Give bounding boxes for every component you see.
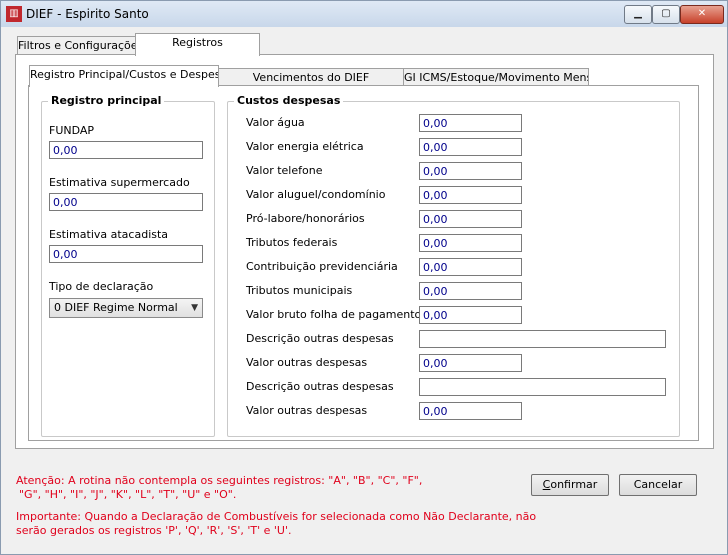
tab-registro-principal-custos[interactable]: Registro Principal/Custos e Despesas: [29, 65, 219, 87]
important-note: Importante: Quando a Declaração de Combu…: [16, 510, 536, 538]
minimize-button[interactable]: ▁: [624, 5, 652, 24]
tipo-declaracao-select[interactable]: 0 DIEF Regime Normal ▼: [49, 298, 203, 318]
valor-aluguel-label: Valor aluguel/condomínio: [246, 188, 386, 201]
descricao-outras-despesas-2-input[interactable]: [419, 378, 666, 396]
tab-registros[interactable]: Registros: [135, 33, 260, 56]
valor-outras-despesas-1-input[interactable]: 0,00: [419, 354, 522, 372]
maximize-button[interactable]: ▢: [652, 5, 680, 24]
important-note-line2: serão gerados os registros 'P', 'Q', 'R'…: [16, 524, 292, 537]
pro-labore-input[interactable]: 0,00: [419, 210, 522, 228]
confirm-label-rest: onfirmar: [550, 478, 598, 491]
valor-agua-input[interactable]: 0,00: [419, 114, 522, 132]
descricao-outras-despesas-1-label: Descrição outras despesas: [246, 332, 394, 345]
tributos-municipais-input[interactable]: 0,00: [419, 282, 522, 300]
confirm-button[interactable]: Confirmar: [531, 474, 609, 496]
tipo-declaracao-label: Tipo de declaração: [49, 280, 154, 293]
valor-agua-label: Valor água: [246, 116, 305, 129]
estimativa-atacadista-label: Estimativa atacadista: [49, 228, 169, 241]
valor-outras-despesas-2-label: Valor outras despesas: [246, 404, 368, 417]
attention-note: Atenção: A rotina não contempla os segui…: [16, 474, 422, 502]
custos-despesas-title: Custos despesas: [234, 94, 344, 107]
valor-outras-despesas-1-label: Valor outras despesas: [246, 356, 368, 369]
valor-telefone-label: Valor telefone: [246, 164, 323, 177]
attention-note-line2: "G", "H", "I", "J", "K", "L", "T", "U" e…: [19, 488, 237, 501]
dief-window: ▥ DIEF - Espirito Santo ▁ ▢ ✕ Filtros e …: [0, 0, 728, 555]
valor-bruto-folha-input[interactable]: 0,00: [419, 306, 522, 324]
pro-labore-label: Pró-labore/honorários: [246, 212, 365, 225]
registro-principal-title: Registro principal: [48, 94, 165, 107]
tipo-declaracao-value: 0 DIEF Regime Normal: [54, 301, 178, 314]
valor-bruto-folha-label: Valor bruto folha de pagamento: [246, 308, 422, 321]
tributos-federais-input[interactable]: 0,00: [419, 234, 522, 252]
estimativa-supermercado-input[interactable]: 0,00: [49, 193, 203, 211]
contribuicao-previdenciaria-input[interactable]: 0,00: [419, 258, 522, 276]
cancel-button[interactable]: Cancelar: [619, 474, 697, 496]
dief-app-icon: ▥: [6, 6, 22, 22]
fundap-input[interactable]: 0,00: [49, 141, 203, 159]
valor-outras-despesas-2-input[interactable]: 0,00: [419, 402, 522, 420]
attention-note-line1: Atenção: A rotina não contempla os segui…: [16, 474, 423, 487]
tab-filtros-configuracoes[interactable]: Filtros e Configurações: [17, 36, 137, 56]
chevron-down-icon: ▼: [191, 303, 198, 313]
important-note-line1: Importante: Quando a Declaração de Combu…: [16, 510, 537, 523]
close-button[interactable]: ✕: [680, 5, 724, 24]
valor-energia-label: Valor energia elétrica: [246, 140, 364, 153]
valor-energia-input[interactable]: 0,00: [419, 138, 522, 156]
title-bar[interactable]: ▥ DIEF - Espirito Santo ▁ ▢ ✕: [1, 1, 727, 27]
window-title: DIEF - Espirito Santo: [26, 7, 149, 21]
descricao-outras-despesas-1-input[interactable]: [419, 330, 666, 348]
descricao-outras-despesas-2-label: Descrição outras despesas: [246, 380, 394, 393]
estimativa-supermercado-label: Estimativa supermercado: [49, 176, 190, 189]
estimativa-atacadista-input[interactable]: 0,00: [49, 245, 203, 263]
valor-telefone-input[interactable]: 0,00: [419, 162, 522, 180]
fundap-label: FUNDAP: [49, 124, 95, 137]
tributos-municipais-label: Tributos municipais: [246, 284, 353, 297]
valor-aluguel-input[interactable]: 0,00: [419, 186, 522, 204]
registro-principal-panel: Registro principal FUNDAP 0,00 Estimativ…: [28, 85, 699, 441]
tributos-federais-label: Tributos federais: [246, 236, 338, 249]
contribuicao-previdenciaria-label: Contribuição previdenciária: [246, 260, 398, 273]
